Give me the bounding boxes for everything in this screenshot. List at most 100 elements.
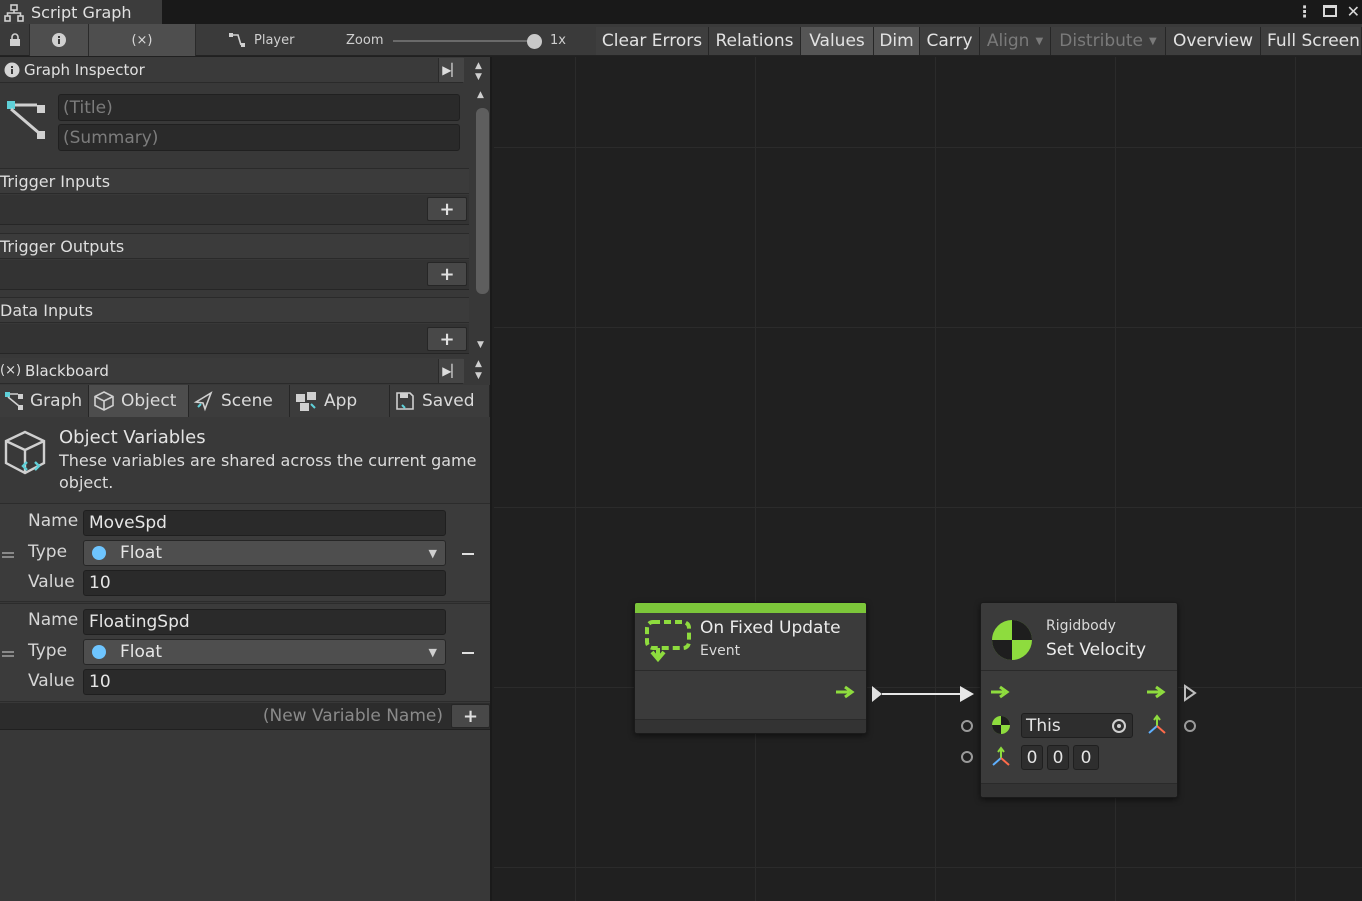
script-graph-tab[interactable]: Script Graph xyxy=(0,0,162,25)
scroll-down-icon[interactable]: ▼ xyxy=(477,340,484,350)
tab-scene[interactable]: Scene xyxy=(189,385,290,417)
grid-line xyxy=(575,57,576,901)
tab-object[interactable]: Object xyxy=(89,385,189,417)
variable-type-dropdown[interactable]: Float ▼ xyxy=(83,639,446,665)
grid-line xyxy=(494,507,1362,508)
flow-connection[interactable] xyxy=(870,682,978,706)
variables-toggle-button[interactable]: (×) xyxy=(89,24,196,56)
graph-canvas[interactable]: On Fixed Update Event Rigidbody Set Velo… xyxy=(494,57,1362,901)
trigger-inputs-label: Trigger Inputs xyxy=(0,171,111,191)
velocity-y-input[interactable]: 0 xyxy=(1047,745,1069,770)
tab-saved-label: Saved xyxy=(422,391,475,411)
dim-button[interactable]: Dim xyxy=(874,27,920,55)
velocity-z-input[interactable]: 0 xyxy=(1073,745,1099,770)
lock-button[interactable] xyxy=(0,24,30,56)
relations-button[interactable]: Relations xyxy=(709,27,801,55)
drag-handle-icon[interactable] xyxy=(2,552,14,558)
overview-button[interactable]: Overview xyxy=(1166,27,1261,55)
add-variable-button[interactable]: + xyxy=(451,704,490,728)
close-icon[interactable]: ✕ xyxy=(1347,2,1360,21)
velocity-x-input[interactable]: 0 xyxy=(1021,745,1043,770)
remove-variable-button[interactable] xyxy=(462,553,474,555)
carry-button[interactable]: Carry xyxy=(920,27,980,55)
data-inputs-list xyxy=(0,324,469,354)
maximize-icon[interactable] xyxy=(1322,5,1337,17)
inspector-toggle-button[interactable] xyxy=(30,24,89,56)
chevron-down-icon: ▼ xyxy=(1149,35,1157,47)
chevron-down-icon: ▼ xyxy=(428,646,437,659)
target-input[interactable]: This xyxy=(1021,713,1133,738)
node-separator xyxy=(635,670,866,671)
zoom-value: 1x xyxy=(550,32,566,48)
object-picker-icon[interactable] xyxy=(1112,719,1126,733)
zoom-slider-track[interactable] xyxy=(393,40,533,42)
tab-app-label: App xyxy=(324,391,358,411)
trigger-outputs-header: Trigger Outputs xyxy=(0,233,469,259)
blackboard-title: Blackboard xyxy=(25,361,109,380)
inspector-scrollbar[interactable] xyxy=(476,108,489,294)
scroll-down-icon[interactable]: ▼ xyxy=(475,72,482,82)
node-footer xyxy=(635,719,866,733)
full-screen-button[interactable]: Full Screen xyxy=(1261,27,1362,55)
variables-icon: (×) xyxy=(0,363,22,378)
variable-value-input[interactable]: 10 xyxy=(83,570,446,596)
control-output-port-icon[interactable] xyxy=(1183,684,1197,702)
info-icon xyxy=(4,62,20,77)
player-selector[interactable]: Player xyxy=(228,24,294,56)
trigger-inputs-header: Trigger Inputs xyxy=(0,168,469,194)
variable-type-dropdown[interactable]: Float ▼ xyxy=(83,540,446,566)
variable-name-input[interactable]: FloatingSpd xyxy=(83,609,446,635)
plus-icon: + xyxy=(439,263,455,285)
values-button[interactable]: Values xyxy=(801,27,874,55)
scroll-up-icon[interactable]: ▲ xyxy=(477,90,484,100)
graph-title-input[interactable]: (Title) xyxy=(58,94,460,121)
add-data-input-button[interactable]: + xyxy=(427,327,467,351)
vector3-icon xyxy=(992,746,1010,766)
blackboard-tabs: Graph Object Scene App Saved xyxy=(0,385,490,417)
node-header-stripe xyxy=(635,603,866,613)
graph-inspector-title: Graph Inspector xyxy=(24,60,145,79)
scroll-down-icon[interactable]: ▼ xyxy=(475,371,482,381)
variable-name-input[interactable]: MoveSpd xyxy=(83,510,446,536)
tab-app[interactable]: App xyxy=(290,385,390,417)
tab-object-label: Object xyxy=(121,391,177,411)
target-input-port[interactable] xyxy=(961,720,973,732)
zoom-slider-thumb[interactable] xyxy=(527,34,542,49)
name-label: Name xyxy=(28,511,79,531)
add-trigger-input-button[interactable]: + xyxy=(427,197,467,221)
distribute-dropdown[interactable]: Distribute ▼ xyxy=(1051,27,1166,55)
more-options-icon[interactable]: ⋮ xyxy=(1297,2,1313,21)
velocity-input-port[interactable] xyxy=(961,751,973,763)
blackboard-collapse-button[interactable]: ▶▏ xyxy=(438,359,464,383)
graph-summary-input[interactable]: (Summary) xyxy=(58,124,460,151)
variable-row: Name FloatingSpd Type Float ▼ Value 10 xyxy=(0,603,490,702)
control-output-arrow-icon[interactable] xyxy=(1146,685,1168,699)
grid-line xyxy=(494,147,1362,148)
trigger-inputs-list xyxy=(0,195,469,225)
target-output-port[interactable] xyxy=(1184,720,1196,732)
type-label: Type xyxy=(28,542,68,562)
add-trigger-output-button[interactable]: + xyxy=(427,262,467,286)
remove-variable-button[interactable] xyxy=(462,652,474,654)
left-panel: Graph Inspector ▶▏ ▲ ▼ (Title) (Summary)… xyxy=(0,57,492,901)
on-fixed-update-node[interactable]: On Fixed Update Event xyxy=(634,602,867,734)
type-label: Type xyxy=(28,641,68,661)
drag-handle-icon[interactable] xyxy=(2,651,14,657)
clear-errors-button[interactable]: Clear Errors xyxy=(596,27,709,55)
control-output-arrow-icon[interactable] xyxy=(835,685,857,699)
app-icon xyxy=(296,392,316,411)
object-variables-title: Object Variables xyxy=(59,427,206,448)
trigger-outputs-label: Trigger Outputs xyxy=(0,236,125,256)
scroll-up-icon[interactable]: ▲ xyxy=(475,359,482,369)
tab-saved[interactable]: Saved xyxy=(390,385,490,417)
inspector-collapse-button[interactable]: ▶▏ xyxy=(438,58,464,82)
set-velocity-node[interactable]: Rigidbody Set Velocity This 0 0 0 xyxy=(980,602,1178,798)
scroll-up-icon[interactable]: ▲ xyxy=(475,61,482,71)
tab-graph[interactable]: Graph xyxy=(0,385,89,417)
variable-value-input[interactable]: 10 xyxy=(83,669,446,695)
new-variable-name-input[interactable]: (New Variable Name) xyxy=(263,706,443,726)
plus-icon: + xyxy=(462,705,479,727)
align-dropdown[interactable]: Align ▼ xyxy=(980,27,1051,55)
grid-line xyxy=(1295,57,1296,901)
control-input-arrow-icon[interactable] xyxy=(990,685,1012,699)
